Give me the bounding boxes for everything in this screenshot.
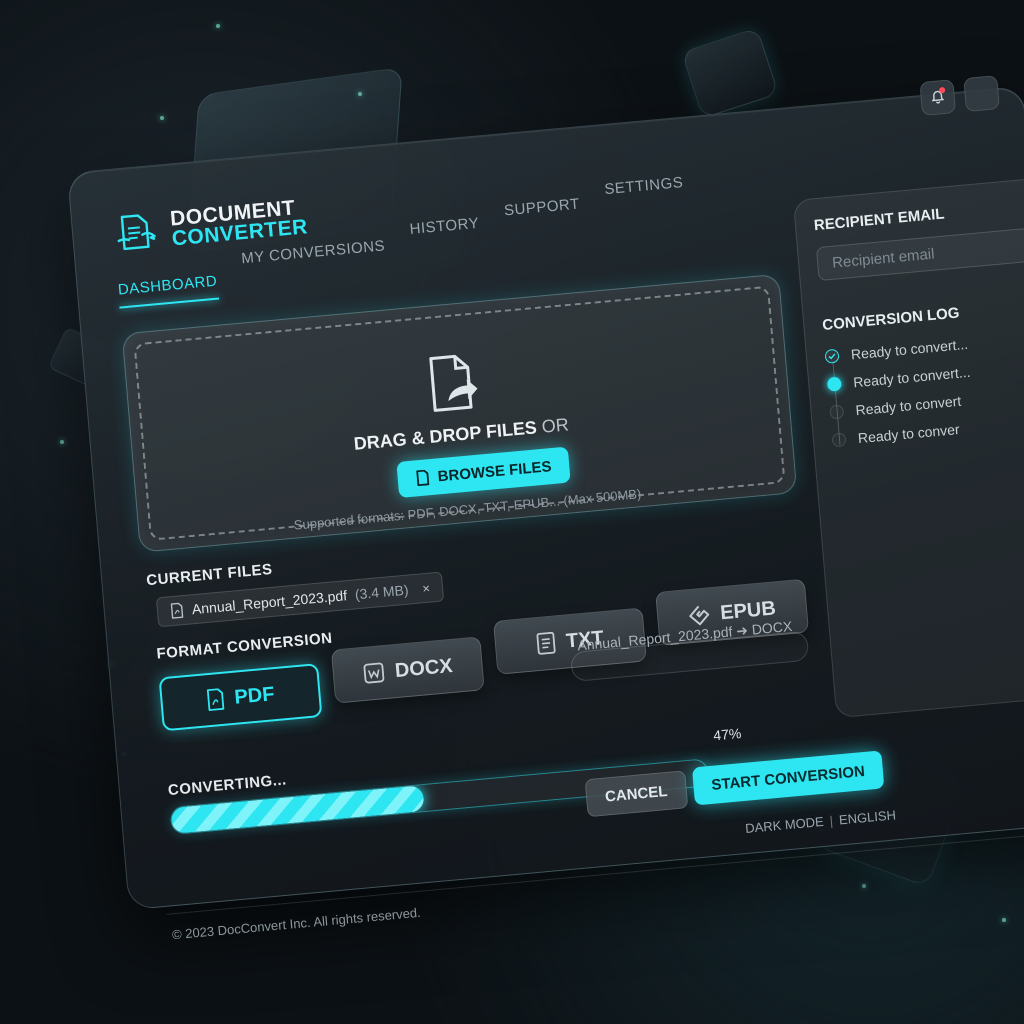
log-item: Ready to convert... bbox=[826, 363, 972, 393]
app-window: DOCUMENT CONVERTER DASHBOARD MY CONVERSI… bbox=[67, 75, 1024, 942]
format-pdf-label: PDF bbox=[233, 682, 276, 709]
window-controls bbox=[919, 75, 1000, 117]
background-dot bbox=[60, 440, 64, 444]
dropzone-or: OR bbox=[540, 414, 570, 437]
conversion-log-title: CONVERSION LOG bbox=[821, 304, 961, 334]
start-conversion-button[interactable]: START CONVERSION bbox=[691, 750, 885, 806]
background-dot bbox=[1002, 918, 1006, 922]
file-size: (3.4 MB) bbox=[354, 581, 410, 603]
recipient-email-field[interactable] bbox=[815, 225, 1024, 282]
footer-separator: | bbox=[829, 813, 834, 829]
epub-icon bbox=[689, 605, 710, 626]
pending-step-icon bbox=[829, 404, 845, 420]
format-conversion-label: FORMAT CONVERSION bbox=[155, 629, 334, 663]
file-icon bbox=[416, 469, 430, 487]
pdf-icon bbox=[206, 688, 225, 711]
language-selector[interactable]: ENGLISH bbox=[838, 807, 896, 827]
word-icon bbox=[363, 662, 385, 684]
file-dropzone[interactable]: DRAG & DROP FILES OR BROWSE FILES Suppor… bbox=[121, 273, 798, 553]
tab-dashboard[interactable]: DASHBOARD bbox=[117, 273, 218, 309]
background-shape bbox=[681, 27, 779, 119]
pending-step-icon bbox=[831, 432, 847, 448]
tab-history[interactable]: HISTORY bbox=[409, 215, 481, 248]
progress-percent: 47% bbox=[712, 725, 742, 744]
file-name: Annual_Report_2023.pdf bbox=[191, 587, 348, 618]
pdf-file-icon bbox=[170, 602, 184, 619]
log-item-text: Ready to convert... bbox=[850, 335, 969, 363]
document-convert-icon bbox=[117, 214, 156, 251]
background-dot bbox=[216, 24, 220, 28]
dark-mode-toggle[interactable]: DARK MODE bbox=[745, 814, 825, 836]
background-dot bbox=[862, 884, 866, 888]
active-step-icon bbox=[826, 376, 842, 392]
file-share-icon bbox=[429, 354, 478, 412]
cancel-button[interactable]: CANCEL bbox=[584, 770, 688, 818]
notifications-button[interactable] bbox=[919, 79, 957, 117]
current-files-label: CURRENT FILES bbox=[145, 560, 274, 590]
log-item-text: Ready to convert bbox=[854, 392, 962, 419]
log-item: Ready to convert... bbox=[824, 335, 969, 365]
tab-settings[interactable]: SETTINGS bbox=[604, 174, 685, 208]
log-item-text: Ready to conver bbox=[857, 420, 961, 447]
footer-links: DARK MODE | ENGLISH bbox=[745, 807, 897, 836]
format-docx-label: DOCX bbox=[393, 654, 454, 682]
window-button[interactable] bbox=[963, 75, 1000, 113]
app-title: DOCUMENT CONVERTER bbox=[169, 196, 308, 250]
recipient-email-title: RECIPIENT EMAIL bbox=[813, 205, 946, 235]
progress-label: CONVERTING... bbox=[167, 771, 288, 800]
remove-file-button[interactable]: × bbox=[422, 580, 431, 596]
log-item: Ready to convert bbox=[829, 393, 962, 421]
log-item-text: Ready to convert... bbox=[852, 363, 972, 391]
tab-support[interactable]: SUPPORT bbox=[503, 196, 581, 230]
format-docx[interactable]: DOCX bbox=[330, 636, 485, 704]
format-pdf[interactable]: PDF bbox=[158, 663, 323, 732]
right-panel: RECIPIENT EMAIL CONVERSION LOG Ready to … bbox=[792, 176, 1024, 719]
check-icon bbox=[824, 348, 840, 364]
background-dot bbox=[160, 116, 164, 120]
browse-files-label: BROWSE FILES bbox=[437, 457, 553, 485]
log-item: Ready to conver bbox=[831, 421, 960, 449]
text-file-icon bbox=[536, 631, 556, 655]
background-dot bbox=[358, 92, 362, 96]
